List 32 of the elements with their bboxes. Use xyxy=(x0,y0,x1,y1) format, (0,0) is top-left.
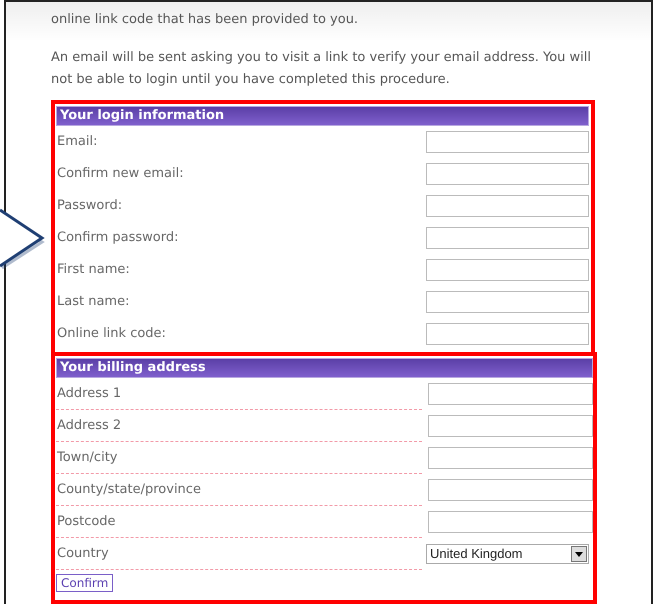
input-field[interactable] xyxy=(426,259,589,281)
input-field[interactable] xyxy=(428,479,593,501)
paragraph: An email will be sent asking you to visit a link to verify your email address. You will not be able to login until you have completed this procedure. xyxy=(51,49,592,89)
input-field[interactable] xyxy=(428,511,593,533)
section-header: Your login information xyxy=(56,106,589,126)
dropdown-icon[interactable] xyxy=(571,546,587,562)
field-label: Country xyxy=(56,538,422,570)
field-label: Confirm password: xyxy=(57,229,178,248)
input-field[interactable] xyxy=(426,227,589,249)
field-label: First name: xyxy=(57,261,130,280)
field-label: Town/city xyxy=(56,442,422,474)
confirm-button[interactable]: Confirm xyxy=(56,574,114,592)
input-field[interactable] xyxy=(428,383,593,405)
input-field[interactable] xyxy=(426,323,589,345)
input-field[interactable] xyxy=(426,195,589,217)
input-field[interactable] xyxy=(426,131,589,153)
input-field[interactable] xyxy=(426,163,589,185)
field-label: Email: xyxy=(57,133,98,152)
input-field[interactable] xyxy=(428,415,593,437)
field-label: Address 2 xyxy=(56,410,422,442)
field-label: Confirm new email: xyxy=(57,165,184,184)
field-label: Online link code: xyxy=(57,325,166,344)
section-header: Your billing address xyxy=(56,358,593,378)
country-select[interactable]: United Kingdom xyxy=(426,544,589,564)
input-field[interactable] xyxy=(426,291,589,313)
field-label: Address 1 xyxy=(56,378,422,410)
input-field[interactable] xyxy=(428,447,593,469)
field-label: Last name: xyxy=(57,293,130,312)
paragraph: online link code that has been provided to you. xyxy=(51,11,360,29)
field-label: County/state/province xyxy=(56,474,422,506)
field-label: Postcode xyxy=(56,506,422,538)
field-label: Password: xyxy=(57,197,122,216)
